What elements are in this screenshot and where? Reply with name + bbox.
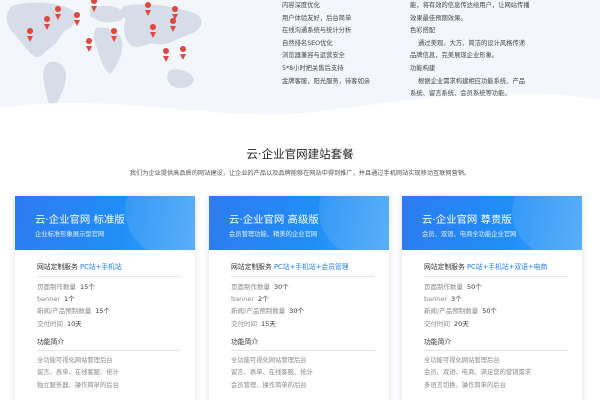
intro-line: 会员、双语、电商、满足您的营销需求	[424, 369, 532, 377]
spec-row: banner 3个	[424, 293, 568, 305]
spec-value: 50个	[467, 283, 482, 291]
plan-subtitle: 会员、双语、电商全功能企业官网	[422, 231, 517, 238]
feature-line: 金牌客服，阳光服务，待客如亲	[282, 77, 371, 85]
spec-row: 新闻/产品预制数量 30个	[231, 305, 375, 317]
intro-line: 全功能可视化网站管理后台	[424, 356, 500, 364]
feature-line: 根据企业需求构建相应功能系统、产品	[418, 77, 526, 85]
spec-row: 页面制作数量 30个	[231, 281, 375, 293]
plan-card-header: 云·企业官网 标准版 企业标准形象展示型官网	[15, 196, 195, 250]
divider	[231, 349, 375, 351]
plan-card-standard[interactable]: 云·企业官网 标准版 企业标准形象展示型官网 网站定制服务 PC站+手机站 页面…	[15, 196, 195, 400]
intro-title: 功能简介	[424, 337, 452, 346]
feature-line: 通过美观、大方、简洁的设计风格传递	[418, 39, 526, 47]
plan-card-header: 云·企业官网 尊贵版 会员、双语、电商全功能企业官网	[402, 196, 582, 250]
section-title: 云·企业官网建站套餐	[246, 147, 354, 161]
feature-line: 功能构建	[410, 64, 436, 72]
spec-value: 20天	[454, 319, 469, 328]
spec-label: banner	[424, 295, 448, 304]
intro-line: 全功能可视化网站管理后台	[37, 356, 113, 364]
plan-title: 云·企业官网 高级版	[229, 214, 319, 226]
feature-line: 品牌信息，完美展现企业形象。	[410, 52, 499, 60]
spec-label: 交付时间	[424, 319, 450, 328]
divider	[37, 349, 181, 351]
intro-line: 会员管理、操作简单的后台	[231, 381, 307, 389]
plan-title: 云·企业官网 尊贵版	[422, 214, 512, 226]
section-description: 我们为企业提供高品质的网站建设，让企业的产品以及品牌能够在网站中得到推广，并且通…	[129, 170, 471, 177]
spec-row: 新闻/产品预制数量 15个	[37, 305, 181, 317]
spec-value: 3个	[451, 295, 462, 304]
feature-line: 内容深度优化	[282, 2, 320, 9]
feature-line: 用户体验友好，后台简单	[282, 14, 352, 22]
spec-value: 2个	[258, 295, 269, 304]
spec-value: 15个	[80, 283, 95, 291]
service-line: 网站定制服务 PC站+手机站	[37, 261, 181, 271]
spec-label: 新闻/产品预制数量	[37, 307, 92, 316]
divider	[231, 276, 375, 277]
feature-list-mid: 内容深度优化用户体验友好，后台简单 在线沟通系统与统计分析 自然排名SEO优化浏览器…	[282, 0, 402, 88]
feature-line: 浏览器兼容与运营安全	[282, 52, 345, 60]
spec-row: banner 1个	[37, 293, 181, 305]
service-label: 网站定制服务	[37, 263, 78, 271]
service-label: 网站定制服务	[424, 263, 465, 271]
service-line: 网站定制服务 PC站+手机站+会员管理	[231, 261, 375, 271]
intro-title: 功能简介	[231, 337, 259, 346]
spec-row: 页面制作数量 50个	[424, 281, 568, 293]
spec-value: 30个	[289, 307, 304, 316]
feature-line: 自然排名SEO优化	[282, 39, 333, 47]
divider	[424, 276, 568, 277]
service-value: PC站+手机站	[79, 263, 122, 271]
service-label: 网站定制服务	[231, 263, 272, 271]
spec-row: 页面制作数量 15个	[37, 281, 181, 293]
spec-value: 15天	[261, 319, 276, 328]
service-value: PC站+手机站+会员管理	[273, 263, 349, 271]
spec-value: 15个	[95, 307, 110, 316]
spec-label: banner	[231, 295, 255, 304]
intro-line: 独立服务器、操作简单的后台	[37, 381, 119, 389]
intro-title: 功能简介	[37, 337, 65, 346]
plan-subtitle: 会员管理功能、精美的企业官网	[229, 231, 318, 238]
spec-label: 新闻/产品预制数量	[424, 307, 479, 316]
divider	[37, 276, 181, 277]
spec-label: banner	[37, 295, 61, 304]
plan-title: 云·企业官网 标准版	[35, 214, 125, 226]
spec-label: 新闻/产品预制数量	[231, 307, 286, 316]
intro-line: 留言、表单、在线客服、统计	[231, 369, 313, 377]
feature-line: 系统、留言系统、会员系统等功能。	[410, 90, 511, 98]
plan-card-header: 云·企业官网 高级版 会员管理功能、精美的企业官网	[209, 196, 389, 250]
feature-line: 在线沟通系统与统计分析	[282, 27, 352, 35]
spec-row: banner 2个	[231, 293, 375, 305]
spec-label: 页面制作数量	[231, 283, 270, 291]
spec-value: 1个	[64, 295, 75, 304]
intro-line: 全功能可视化网站管理后台	[231, 356, 307, 364]
spec-label: 交付时间	[37, 319, 63, 328]
spec-label: 页面制作数量	[424, 283, 463, 291]
spec-row: 交付时间 15天	[231, 318, 375, 330]
divider	[424, 349, 568, 351]
intro-line: 留言、表单、在线客服、统计	[37, 369, 119, 377]
feature-line: 5*8小时把关售后支持	[282, 64, 344, 72]
plan-subtitle: 企业标准形象展示型官网	[35, 231, 105, 238]
spec-label: 交付时间	[231, 319, 257, 328]
intro-line: 多语言切换、操作简单的后台	[424, 381, 506, 389]
service-value: PC站+手机站+双语+电商	[466, 263, 548, 271]
feature-line: 能，将有效的信息传达给用户，让网站传播	[410, 2, 530, 9]
service-line: 网站定制服务 PC站+手机站+双语+电商	[424, 261, 568, 271]
spec-label: 页面制作数量	[37, 283, 76, 291]
spec-value: 50个	[482, 307, 497, 316]
spec-row: 交付时间 20天	[424, 318, 568, 330]
plan-card-premium[interactable]: 云·企业官网 尊贵版 会员、双语、电商全功能企业官网 网站定制服务 PC站+手机…	[402, 196, 582, 400]
spec-row: 交付时间 10天	[37, 318, 181, 330]
features-banner: 内容深度优化用户体验友好，后台简单 在线沟通系统与统计分析 自然排名SEO优化浏览器…	[0, 0, 600, 128]
spec-row: 新闻/产品预制数量 50个	[424, 305, 568, 317]
spec-value: 10天	[67, 319, 82, 328]
feature-list-right: 能，将有效的信息传达给用户，让网站传播 效果最佳预期效果。 色彩搭配通过美观、大方、…	[410, 0, 560, 101]
plan-card-advanced[interactable]: 云·企业官网 高级版 会员管理功能、精美的企业官网 网站定制服务 PC站+手机站…	[209, 196, 389, 400]
spec-value: 30个	[274, 283, 289, 291]
feature-line: 效果最佳预期效果。	[410, 14, 467, 22]
feature-line: 色彩搭配	[410, 27, 436, 35]
